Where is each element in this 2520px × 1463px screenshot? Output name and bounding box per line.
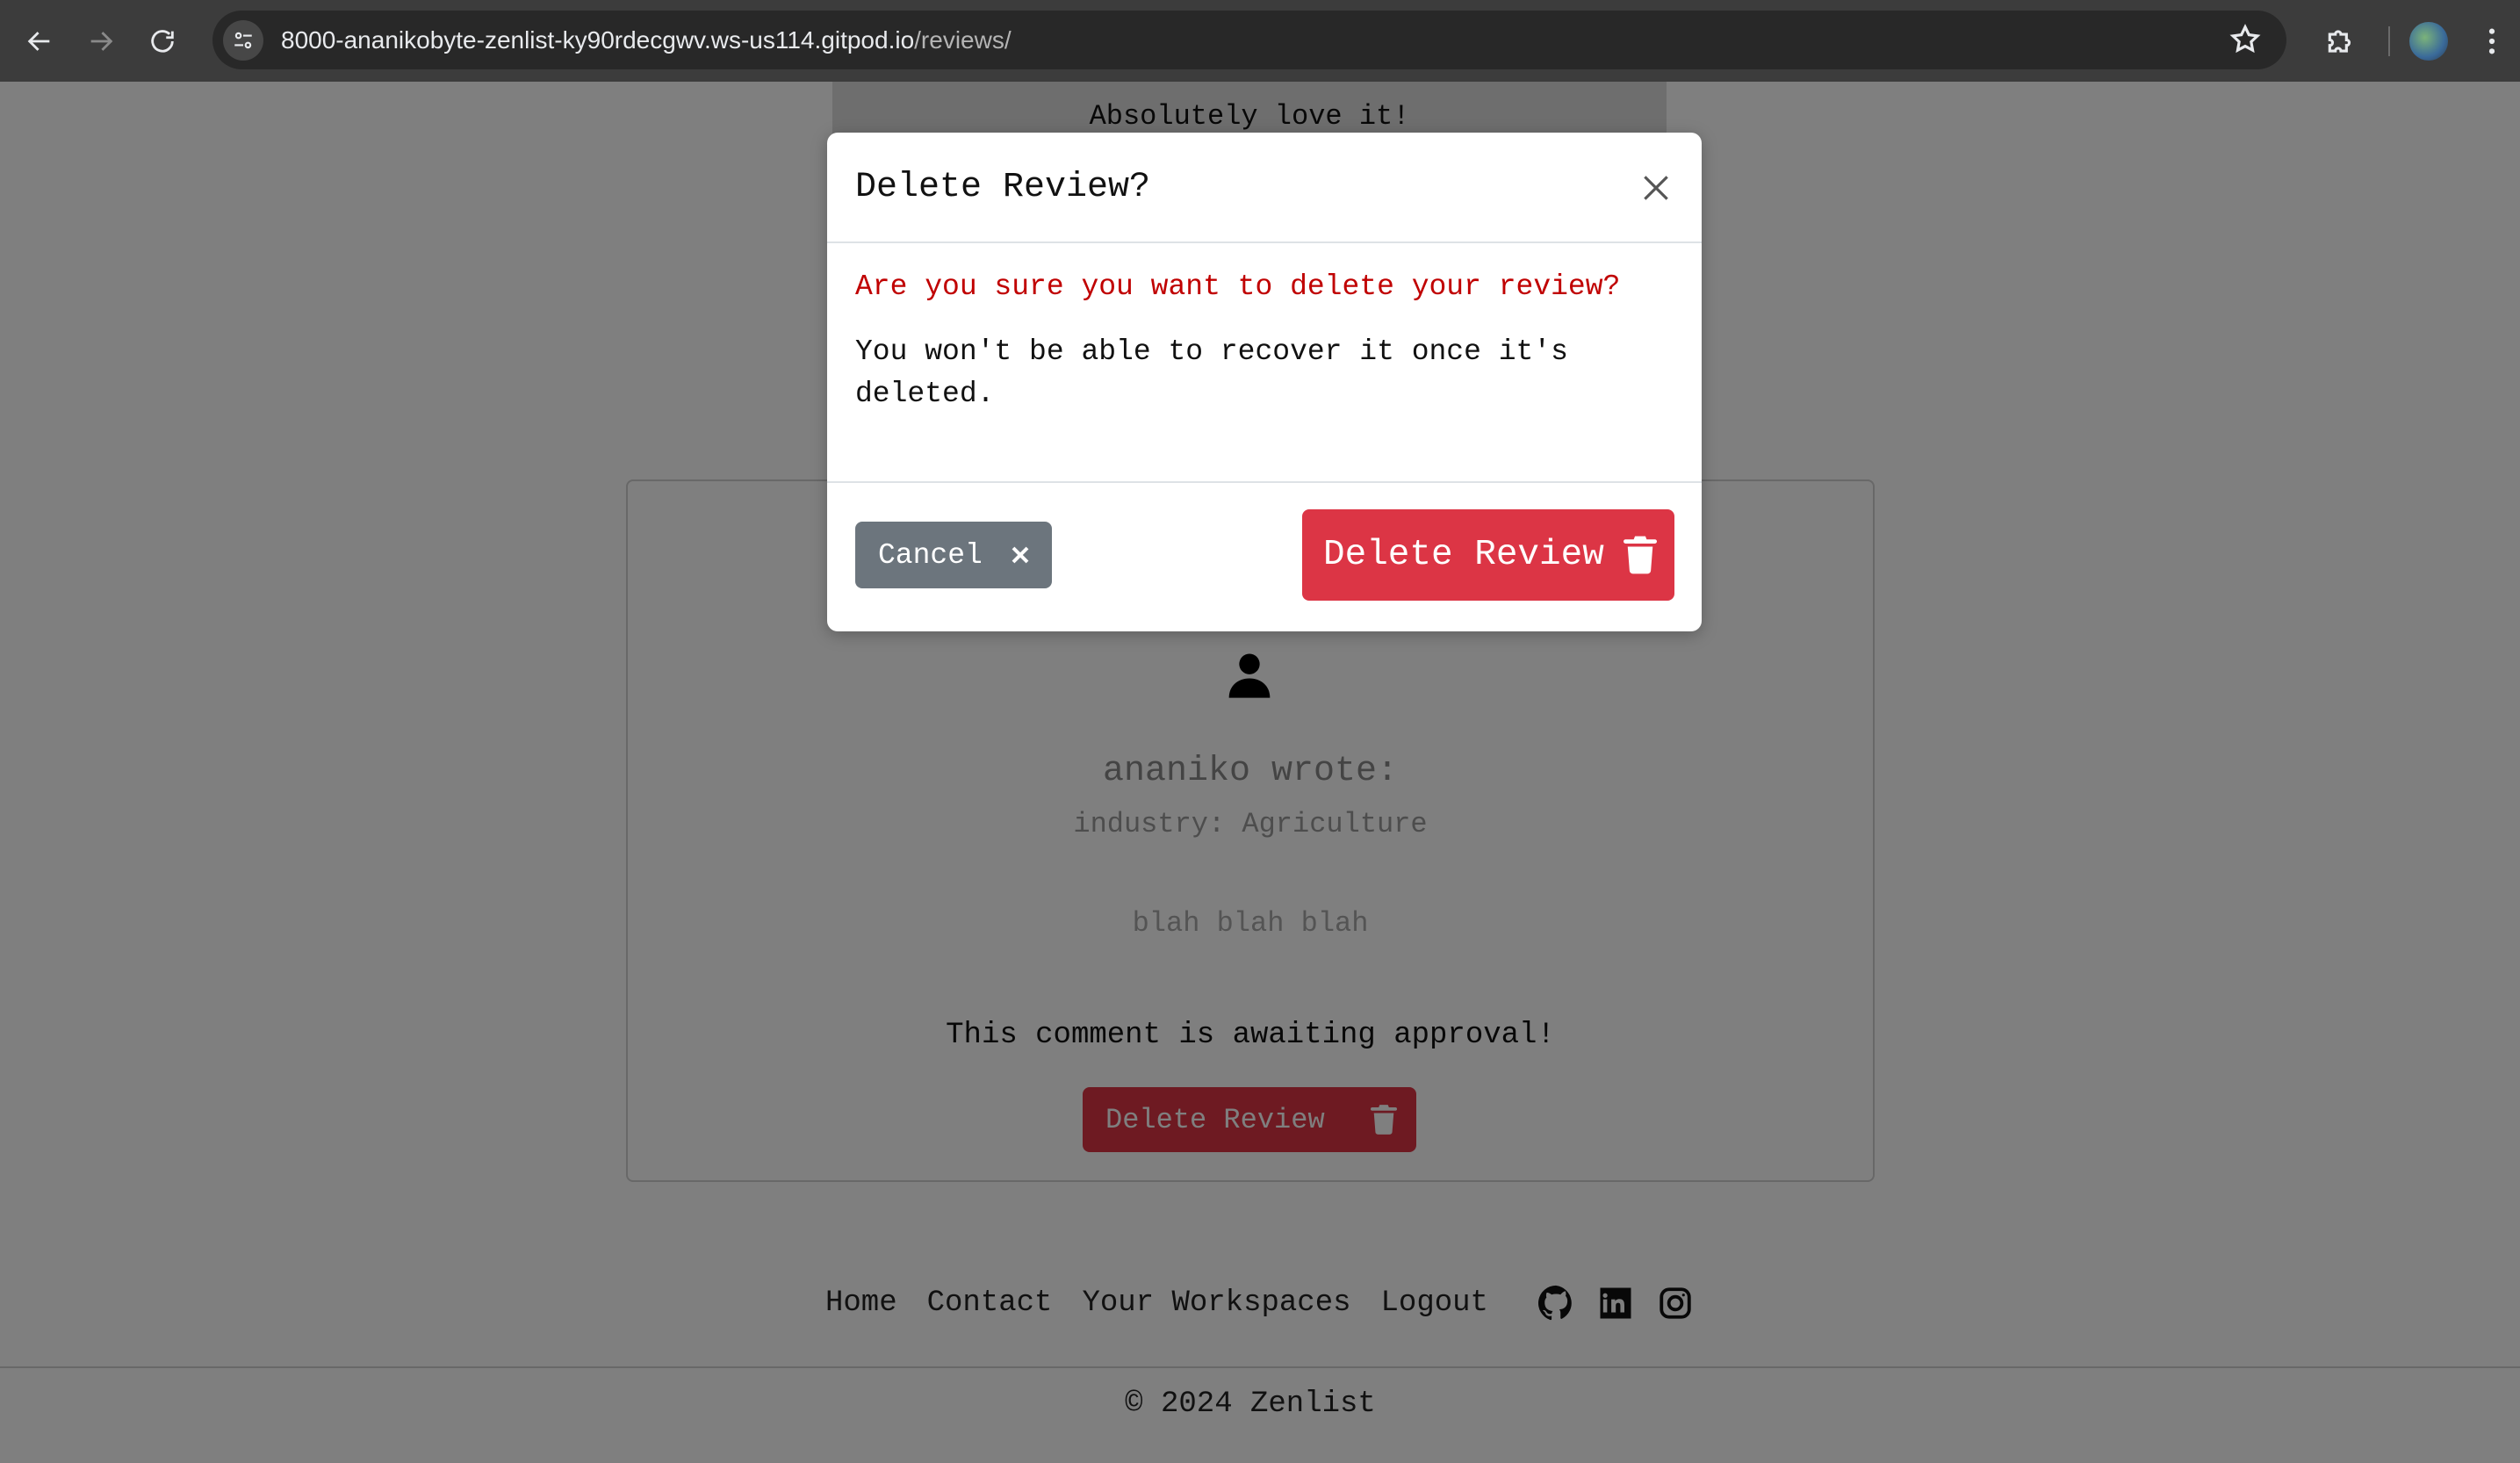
modal-close-button[interactable] — [1633, 165, 1679, 211]
extensions-puzzle-icon — [2328, 29, 2351, 53]
cancel-label: Cancel — [878, 538, 983, 572]
confirm-delete-button[interactable]: Delete Review — [1302, 509, 1674, 601]
bookmark-star-icon — [2229, 24, 2261, 54]
url-text[interactable]: 8000-ananikobyte-zenlist-ky90rdecgwv.ws-… — [281, 26, 1012, 54]
url-path: /reviews/ — [914, 25, 1012, 54]
confirm-delete-label: Delete Review — [1323, 535, 1604, 575]
site-info-icon — [234, 32, 252, 48]
reload-icon — [151, 29, 174, 53]
more-menu-icon — [2488, 28, 2495, 54]
cancel-button[interactable]: Cancel — [855, 522, 1052, 588]
address-bar[interactable]: 8000-ananikobyte-zenlist-ky90rdecgwv.ws-… — [212, 11, 2286, 69]
site-info-button[interactable] — [223, 19, 263, 61]
profile-avatar[interactable] — [2409, 21, 2448, 61]
modal-header: Delete Review? — [827, 133, 1702, 243]
bookmark-button[interactable] — [2228, 23, 2262, 61]
reload-button[interactable] — [132, 11, 193, 72]
delete-warning: Are you sure you want to delete your rev… — [855, 270, 1621, 303]
back-arrow-icon — [27, 31, 50, 51]
forward-arrow-icon — [90, 31, 113, 51]
modal-title: Delete Review? — [855, 167, 1151, 207]
delete-review-modal: Delete Review? Are you sure you want to … — [827, 133, 1702, 631]
trash-icon — [1624, 536, 1657, 574]
modal-body: Are you sure you want to delete your rev… — [855, 270, 1645, 415]
more-menu-button[interactable] — [2474, 13, 2509, 69]
modal-footer: Cancel Delete Review — [827, 481, 1702, 631]
toolbar-divider — [2388, 25, 2390, 56]
browser-toolbar: 8000-ananikobyte-zenlist-ky90rdecgwv.ws-… — [0, 0, 2520, 82]
x-icon — [1012, 546, 1029, 564]
extensions-button[interactable] — [2313, 13, 2369, 69]
delete-detail: You won't be able to recover it once it'… — [855, 335, 1568, 410]
back-button[interactable] — [9, 11, 70, 72]
forward-button[interactable] — [70, 11, 132, 72]
close-icon — [1644, 176, 1668, 200]
url-host: 8000-ananikobyte-zenlist-ky90rdecgwv.ws-… — [281, 25, 915, 54]
